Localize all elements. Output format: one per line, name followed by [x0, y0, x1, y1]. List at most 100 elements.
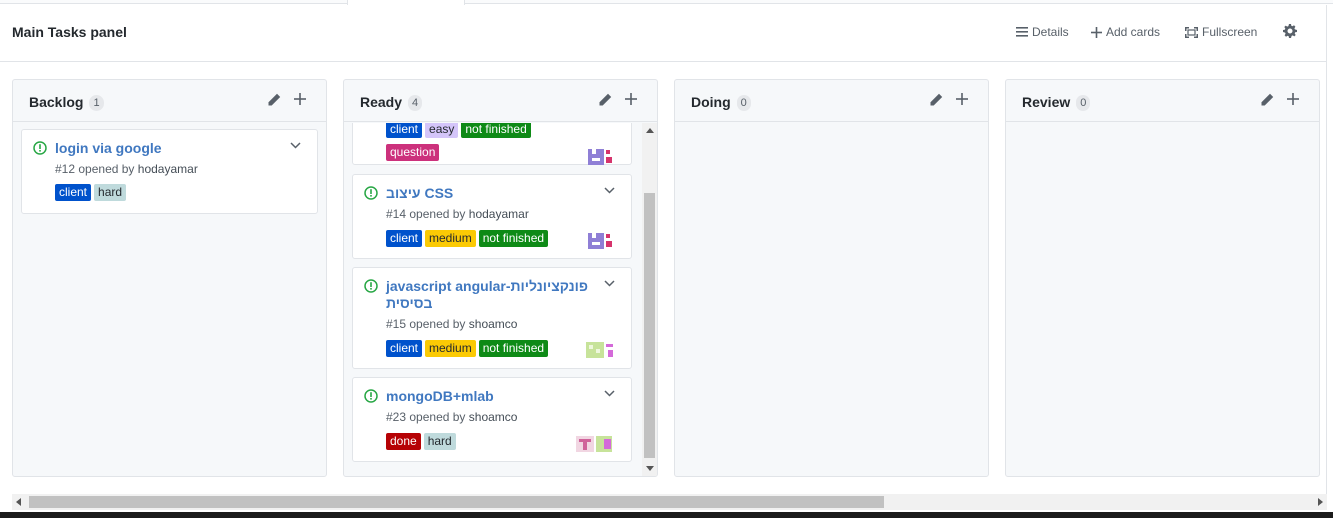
user-avatar[interactable]	[586, 340, 614, 360]
chevron-down-icon[interactable]	[290, 142, 301, 149]
column-doing: Doing 0	[674, 79, 989, 477]
column-header: Review 0	[1006, 80, 1319, 122]
column-header: Doing 0	[675, 80, 988, 122]
label-not-finished[interactable]: not finished	[478, 340, 549, 357]
user-avatar[interactable]	[576, 434, 614, 454]
column-cards	[675, 123, 988, 476]
issue-title[interactable]: עיצוב CSS	[386, 185, 453, 202]
column-title: Ready 4	[360, 94, 423, 111]
pencil-icon[interactable]	[598, 93, 612, 107]
column-scrollbar[interactable]	[642, 123, 657, 476]
issue-title[interactable]: mongoDB+mlab	[386, 388, 494, 405]
project-board: Main Tasks panel Details Add cards Fulls…	[0, 0, 1333, 518]
column-cards	[1006, 123, 1319, 476]
label-easy[interactable]: easy	[425, 123, 459, 138]
opened-by-text: opened by	[409, 207, 466, 221]
opened-by-text: opened by	[409, 317, 466, 331]
column-header: Backlog 1	[13, 80, 326, 122]
label-not-finished[interactable]: not finished	[461, 123, 531, 138]
label-client[interactable]: client	[386, 230, 423, 247]
board-header: Main Tasks panel Details Add cards Fulls…	[0, 5, 1326, 62]
scroll-right-arrow[interactable]	[1318, 498, 1323, 506]
opened-by-text: opened by	[78, 162, 135, 176]
pencil-icon[interactable]	[267, 93, 281, 107]
add-cards-button[interactable]: Add cards	[1091, 25, 1160, 39]
list-icon	[1016, 27, 1028, 37]
issue-title[interactable]: login via google	[55, 140, 162, 157]
issue-card[interactable]: עיצוב CSS #14 opened by hodayamar client…	[352, 174, 632, 259]
column-cards: client easy not finished question עיצוב …	[344, 123, 657, 476]
label-done[interactable]: done	[386, 433, 421, 450]
column-title: Doing 0	[691, 94, 751, 111]
user-avatar[interactable]	[586, 231, 614, 251]
issue-labels: client medium not finished	[386, 340, 549, 357]
label-hard[interactable]: hard	[423, 433, 456, 450]
issue-meta: #15 opened by shoamco	[386, 317, 517, 331]
chevron-down-icon[interactable]	[604, 280, 615, 287]
issue-author[interactable]: shoamco	[469, 410, 518, 424]
right-edge	[1326, 5, 1333, 495]
issue-opened-icon	[33, 141, 47, 155]
pencil-icon[interactable]	[929, 93, 943, 107]
column-count: 4	[408, 95, 423, 111]
user-avatar[interactable]	[586, 147, 614, 167]
label-client[interactable]: client	[386, 340, 423, 357]
issue-opened-icon	[364, 186, 378, 200]
details-button[interactable]: Details	[1016, 25, 1069, 39]
taskbar	[0, 512, 1333, 518]
gear-icon	[1283, 24, 1297, 38]
pencil-icon[interactable]	[1260, 93, 1274, 107]
fullscreen-button[interactable]: Fullscreen	[1185, 25, 1257, 39]
issue-card[interactable]: login via google #12 opened by hodayamar…	[21, 129, 318, 214]
issue-author[interactable]: hodayamar	[138, 162, 198, 176]
column-count: 1	[89, 95, 104, 111]
issue-number: #23	[386, 410, 407, 424]
plus-icon[interactable]	[294, 93, 306, 105]
label-medium[interactable]: medium	[425, 340, 476, 357]
issue-labels: question	[386, 144, 440, 161]
issue-title[interactable]: javascript angular-פונקציונליות בסיסית	[386, 278, 588, 312]
plus-icon[interactable]	[625, 93, 637, 105]
label-client[interactable]: client	[386, 123, 423, 138]
scroll-up-arrow[interactable]	[646, 128, 654, 133]
issue-card[interactable]: mongoDB+mlab #23 opened by shoamco done …	[352, 377, 632, 462]
chevron-down-icon[interactable]	[604, 187, 615, 194]
scroll-left-arrow[interactable]	[16, 498, 21, 506]
issue-card[interactable]: javascript angular-פונקציונליות בסיסית #1…	[352, 267, 632, 369]
plus-icon[interactable]	[956, 93, 968, 105]
label-medium[interactable]: medium	[425, 230, 476, 247]
column-title: Review 0	[1022, 94, 1091, 111]
settings-button[interactable]	[1283, 24, 1297, 38]
opened-by-text: opened by	[409, 410, 466, 424]
column-cards: login via google #12 opened by hodayamar…	[13, 123, 326, 476]
issue-meta: #14 opened by hodayamar	[386, 207, 529, 221]
label-client[interactable]: client	[55, 184, 92, 201]
column-review: Review 0	[1005, 79, 1320, 477]
column-count: 0	[736, 95, 751, 111]
column-header: Ready 4	[344, 80, 657, 122]
issue-labels: client medium not finished	[386, 230, 549, 247]
column-backlog: Backlog 1 login via google #12 opened by …	[12, 79, 327, 477]
issue-card[interactable]: client easy not finished question	[352, 123, 632, 165]
scroll-down-arrow[interactable]	[646, 466, 654, 471]
tab-strip	[0, 0, 1333, 4]
issue-labels: client hard	[55, 184, 127, 201]
issue-meta: #23 opened by shoamco	[386, 410, 517, 424]
scroll-thumb[interactable]	[29, 496, 884, 508]
issue-author[interactable]: shoamco	[469, 317, 518, 331]
label-hard[interactable]: hard	[94, 184, 127, 201]
plus-icon[interactable]	[1287, 93, 1299, 105]
details-label: Details	[1032, 25, 1069, 39]
plus-icon	[1091, 26, 1102, 38]
board-title: Main Tasks panel	[12, 24, 127, 40]
issue-number: #15	[386, 317, 407, 331]
label-question[interactable]: question	[386, 144, 440, 161]
board-scrollbar[interactable]	[12, 494, 1327, 510]
issue-number: #14	[386, 207, 407, 221]
label-not-finished[interactable]: not finished	[478, 230, 549, 247]
issue-opened-icon	[364, 389, 378, 403]
fullscreen-label: Fullscreen	[1202, 25, 1258, 39]
issue-author[interactable]: hodayamar	[469, 207, 529, 221]
scroll-thumb[interactable]	[644, 193, 655, 458]
chevron-down-icon[interactable]	[604, 390, 615, 397]
